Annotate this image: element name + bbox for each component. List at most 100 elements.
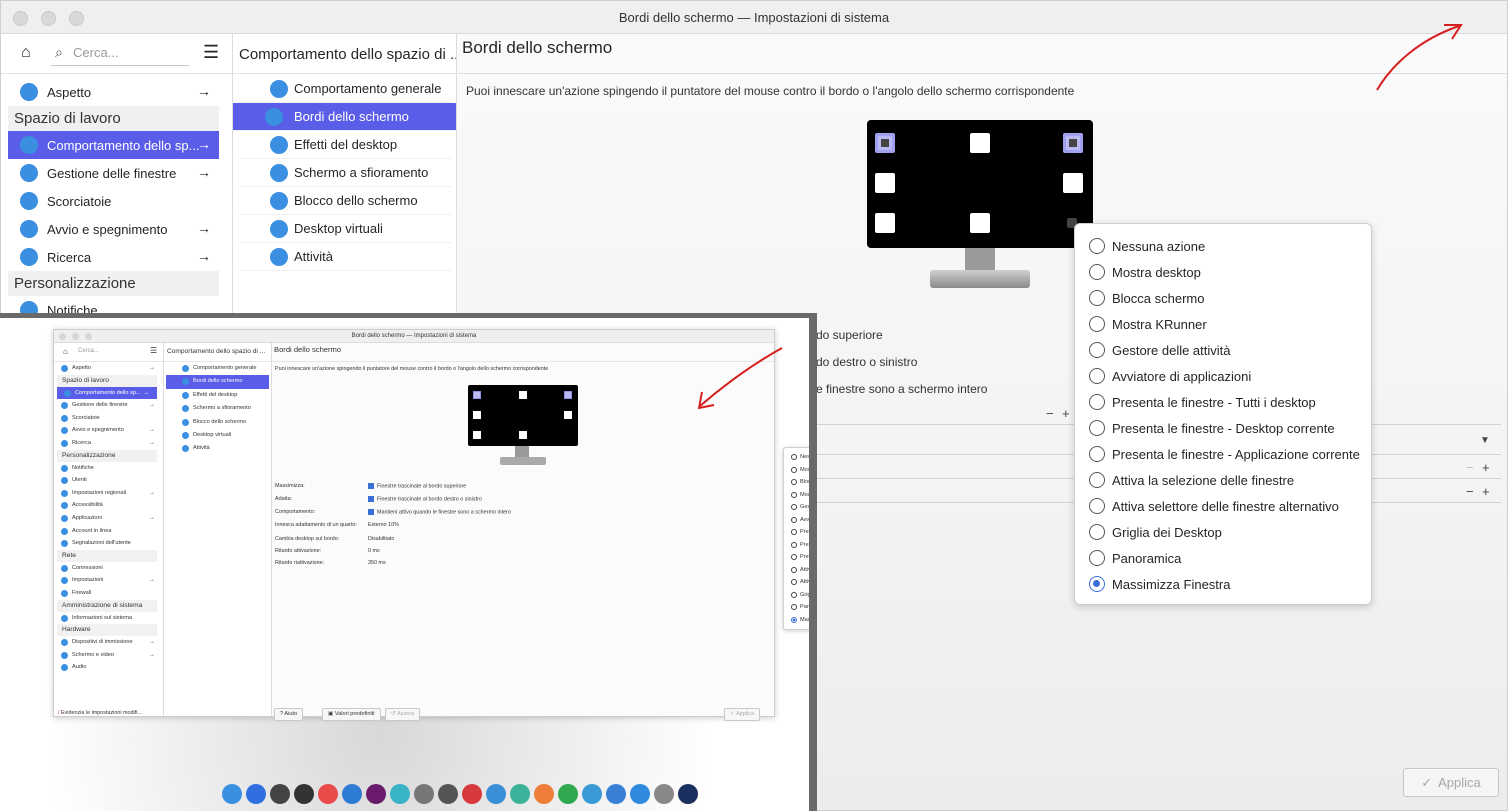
- sidebar-item[interactable]: Scorciatoie: [8, 187, 219, 215]
- virtual-desktop-icon: [270, 219, 288, 238]
- option-row-maximize: do superiore: [816, 328, 883, 342]
- subcategory-item[interactable]: Effetti del desktop: [238, 131, 451, 159]
- action-option[interactable]: Mostra KRunner: [1075, 311, 1371, 337]
- action-option[interactable]: Attiva la selezione delle finestre: [1075, 467, 1371, 493]
- arrow-right-icon: →: [197, 83, 211, 99]
- radio-button-icon: [1089, 550, 1105, 566]
- action-option[interactable]: Presenta le finestre - Desktop corrente: [1075, 415, 1371, 441]
- edge-right[interactable]: [1063, 173, 1083, 193]
- sidebar-item[interactable]: Comportamento dello sp... →: [8, 131, 219, 159]
- dock-app-icon: [630, 784, 650, 804]
- windows-icon: [20, 164, 38, 182]
- activation-delay-minus-button[interactable]: −: [1466, 460, 1474, 475]
- subcategory-item[interactable]: Schermo a sfioramento: [238, 159, 451, 187]
- radio-button-icon: [1089, 342, 1105, 358]
- subcategory-item[interactable]: Bordi dello schermo: [233, 103, 456, 131]
- dock-app-icon: [654, 784, 674, 804]
- search-icon: [20, 248, 38, 266]
- dock-app-icon: [606, 784, 626, 804]
- arrow-right-icon: →: [197, 164, 211, 180]
- subcategory-item-label: Desktop virtuali: [294, 221, 383, 236]
- general-icon: [270, 79, 288, 98]
- dock-app-icon: [270, 784, 290, 804]
- quarter-plus-button[interactable]: +: [1062, 406, 1070, 421]
- action-option[interactable]: Gestore delle attività: [1075, 337, 1371, 363]
- apply-button[interactable]: ✓ Applica: [1403, 768, 1499, 797]
- lock-icon: [270, 191, 288, 210]
- reactivation-delay-minus-button[interactable]: −: [1466, 484, 1474, 499]
- action-popup-menu: Nessuna azione Mostra desktop Blocca scher…: [1074, 223, 1372, 605]
- radio-button-icon: [1089, 368, 1105, 384]
- action-option[interactable]: Massimizza Finestra: [1075, 571, 1371, 597]
- sidebar-item-label: Scorciatoie: [47, 193, 112, 209]
- home-icon[interactable]: ⌂: [21, 44, 31, 62]
- radio-button-icon: [1089, 290, 1105, 306]
- sidebar-item[interactable]: Aspetto →: [8, 78, 219, 106]
- subcategory-item-label: Bordi dello schermo: [294, 109, 409, 124]
- quarter-minus-button[interactable]: −: [1046, 406, 1054, 421]
- reactivation-delay-plus-button[interactable]: +: [1482, 484, 1490, 499]
- corner-bottom-left[interactable]: [875, 213, 895, 233]
- sidebar-item-label: Gestione delle finestre: [47, 165, 177, 181]
- corner-top-right[interactable]: [1063, 133, 1083, 153]
- radio-button-icon: [1089, 576, 1105, 592]
- subcategory-item[interactable]: Blocco dello schermo: [238, 187, 451, 215]
- dock-app-icon: [582, 784, 602, 804]
- activation-delay-plus-button[interactable]: +: [1482, 460, 1490, 475]
- dock-app-icon: [294, 784, 314, 804]
- radio-button-icon: [1089, 264, 1105, 280]
- action-option[interactable]: Blocca schermo: [1075, 285, 1371, 311]
- edge-bottom[interactable]: [970, 213, 990, 233]
- dock-app-icon: [342, 784, 362, 804]
- window-title: Bordi dello schermo — Impostazioni di si…: [618, 10, 890, 25]
- arrow-right-icon: →: [197, 136, 211, 152]
- sidebar-item-label: Comportamento dello sp...: [47, 137, 200, 153]
- option-row-tile: do destro o sinistro: [816, 355, 918, 369]
- dock-app-icon: [222, 784, 242, 804]
- action-option[interactable]: Nessuna azione: [1075, 233, 1371, 259]
- monitor-stand-neck: [965, 248, 995, 272]
- action-option-label: Blocca schermo: [1112, 290, 1205, 306]
- radio-button-icon: [1089, 498, 1105, 514]
- sidebar-item[interactable]: Gestione delle finestre →: [8, 159, 219, 187]
- action-option[interactable]: Presenta le finestre - Tutti i desktop: [1075, 389, 1371, 415]
- corner-top-left[interactable]: [875, 133, 895, 153]
- dock-app-icon: [246, 784, 266, 804]
- edge-left[interactable]: [875, 173, 895, 193]
- arrow-right-icon: →: [197, 220, 211, 236]
- action-option-label: Attiva la selezione delle finestre: [1112, 472, 1295, 488]
- sidebar-item-label: Avvio e spegnimento: [47, 221, 168, 237]
- search-placeholder: Cerca...: [73, 45, 119, 60]
- power-icon: [20, 220, 38, 238]
- apply-label: Applica: [1438, 775, 1481, 790]
- dock-app-icon: [414, 784, 434, 804]
- sidebar-item[interactable]: Avvio e spegnimento →: [8, 215, 219, 243]
- action-option-label: Massimizza Finestra: [1112, 576, 1231, 592]
- arrow-right-icon: →: [197, 248, 211, 264]
- sidebar-item[interactable]: Ricerca →: [8, 243, 219, 271]
- action-option[interactable]: Presenta le finestre - Applicazione corr…: [1075, 441, 1371, 467]
- subcategory-item[interactable]: Comportamento generale: [238, 75, 451, 103]
- palette-icon: [20, 83, 38, 101]
- action-option-label: Mostra desktop: [1112, 264, 1201, 280]
- dropdown-chevron-icon[interactable]: ▼: [1480, 435, 1490, 446]
- inset-annotation-arrow-line: [699, 347, 783, 407]
- action-option[interactable]: Avviatore di applicazioni: [1075, 363, 1371, 389]
- radio-button-icon: [1089, 316, 1105, 332]
- subcategory-panel: Comportamento dello spazio di ... Compor…: [233, 34, 457, 314]
- action-option-label: Presenta le finestre - Applicazione corr…: [1112, 446, 1360, 462]
- action-option[interactable]: Panoramica: [1075, 545, 1371, 571]
- sidebar-category: Spazio di lavoro: [8, 106, 219, 131]
- subcategory-item[interactable]: Attività: [238, 243, 451, 271]
- action-option[interactable]: Griglia dei Desktop: [1075, 519, 1371, 545]
- radio-button-icon: [1089, 524, 1105, 540]
- action-option[interactable]: Mostra desktop: [1075, 259, 1371, 285]
- action-option-label: Gestore delle attività: [1112, 342, 1231, 358]
- workspace-icon: [20, 136, 38, 154]
- search-input[interactable]: ⌕ Cerca...: [51, 42, 189, 66]
- edge-top[interactable]: [970, 133, 990, 153]
- hamburger-menu-icon[interactable]: ☰: [203, 42, 219, 63]
- subcategory-item[interactable]: Desktop virtuali: [238, 215, 451, 243]
- dock-app-icon: [486, 784, 506, 804]
- action-option[interactable]: Attiva selettore delle finestre alternat…: [1075, 493, 1371, 519]
